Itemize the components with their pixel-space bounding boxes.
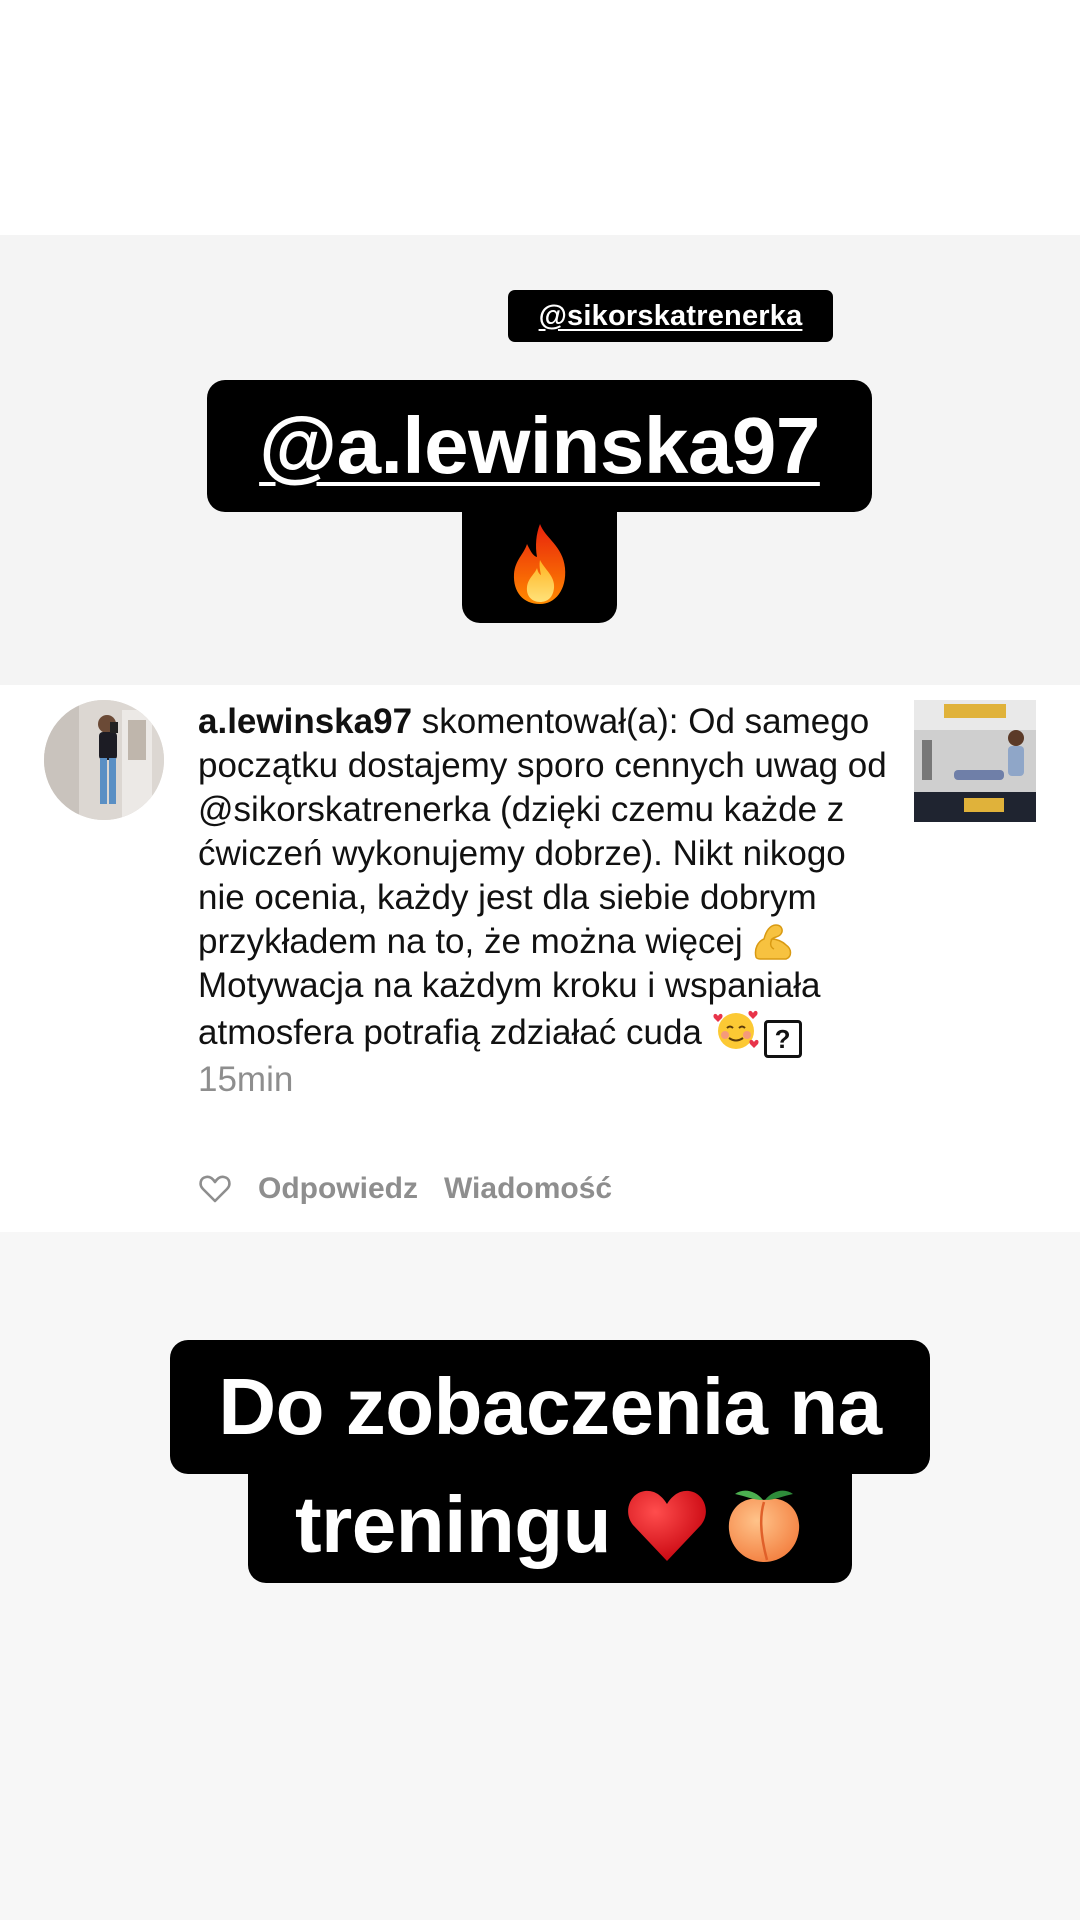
post-thumbnail-image bbox=[914, 700, 1036, 822]
unknown-glyph-box: ? bbox=[763, 1020, 802, 1058]
reply-button[interactable]: Odpowiedz bbox=[258, 1172, 418, 1206]
mention-big-label: @a.lewinska97 bbox=[259, 401, 820, 490]
caption-line1-text: Do zobaczenia na bbox=[218, 1362, 882, 1451]
message-button[interactable]: Wiadomość bbox=[444, 1172, 612, 1206]
mention-small-label: @sikorskatrenerka bbox=[538, 299, 803, 332]
comment-timestamp: 15min bbox=[198, 1060, 294, 1099]
comment-actions: Odpowiedz Wiadomość bbox=[198, 1168, 612, 1210]
story-background-top bbox=[0, 0, 1080, 235]
comment-text: a.lewinska97 skomentował(a): Od samego p… bbox=[198, 700, 898, 1102]
caption-sticker-line1: Do zobaczenia na bbox=[170, 1340, 930, 1474]
peach-icon bbox=[728, 1490, 800, 1562]
avatar-photo bbox=[44, 700, 164, 820]
fire-icon bbox=[513, 524, 565, 604]
post-thumbnail[interactable] bbox=[914, 700, 1036, 822]
comment-username[interactable]: a.lewinska97 bbox=[198, 702, 412, 741]
caption-line2-text: treningu bbox=[295, 1480, 611, 1569]
mention-sticker-big[interactable]: @a.lewinska97 bbox=[207, 380, 872, 512]
comment-action-label: skomentował(a): bbox=[412, 702, 689, 741]
heart-outline-icon[interactable] bbox=[198, 1172, 232, 1206]
caption-sticker-line2: treningu bbox=[248, 1467, 852, 1583]
fire-sticker bbox=[462, 505, 617, 623]
flexed-biceps-icon bbox=[755, 924, 792, 960]
avatar[interactable] bbox=[44, 700, 164, 820]
red-heart-icon bbox=[628, 1490, 706, 1561]
smiling-face-with-hearts-icon bbox=[713, 1010, 759, 1049]
mention-sticker-small[interactable]: @sikorskatrenerka bbox=[508, 290, 833, 342]
